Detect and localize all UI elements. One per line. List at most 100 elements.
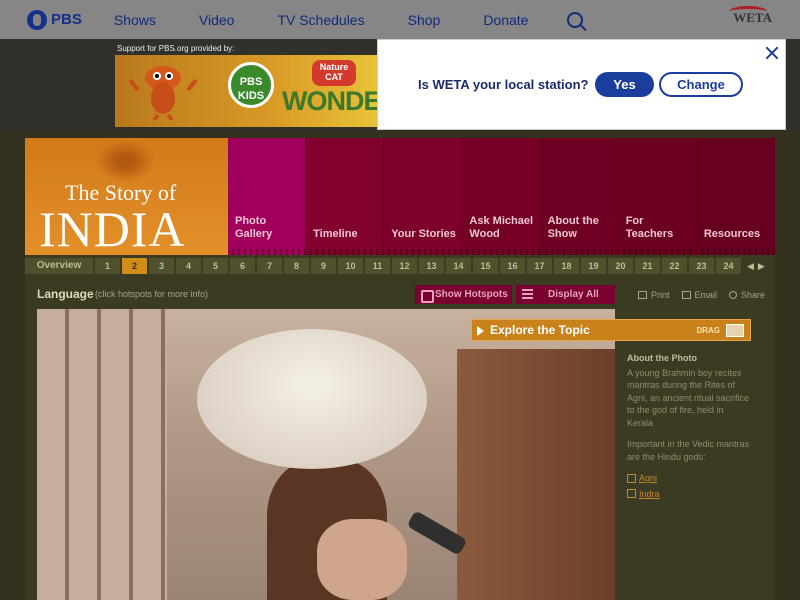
print-icon — [638, 291, 647, 299]
page-2-current[interactable]: 2 — [122, 258, 147, 274]
page-24[interactable]: 24 — [716, 258, 741, 274]
gallery-note: (click hotspots for more info) — [95, 289, 209, 299]
tab-label: About the Show — [547, 215, 599, 240]
tab-label: Photo Gallery — [235, 215, 273, 240]
page-20[interactable]: 20 — [608, 258, 633, 274]
page-1[interactable]: 1 — [95, 258, 120, 274]
gallery-title: Language — [37, 287, 94, 301]
hotspot-icon — [627, 489, 636, 499]
page-5[interactable]: 5 — [203, 258, 228, 274]
share-label: Share — [741, 290, 766, 300]
page-4[interactable]: 4 — [176, 258, 201, 274]
link-indra[interactable]: Indra — [627, 488, 752, 501]
about-heading: About the Photo — [627, 353, 697, 363]
nature-cat-logo: Nature CAT — [312, 60, 356, 86]
page-10[interactable]: 10 — [338, 258, 363, 274]
explore-topic-panel[interactable]: Explore the Topic DRAG — [471, 319, 751, 341]
nav-shows[interactable]: Shows — [114, 12, 156, 28]
nav-tv-schedules[interactable]: TV Schedules — [277, 12, 364, 28]
email-label: Email — [694, 290, 718, 300]
email-button[interactable]: Email — [681, 290, 718, 300]
link-agni[interactable]: Agni — [627, 472, 752, 485]
page-16[interactable]: 16 — [500, 258, 525, 274]
yes-button[interactable]: Yes — [595, 72, 654, 97]
page-19[interactable]: 19 — [581, 258, 606, 274]
top-navigation: PBS Shows Video TV Schedules Shop Donate… — [0, 0, 800, 39]
display-all-button[interactable]: Display All — [516, 285, 615, 304]
tab-label: For Teachers — [625, 215, 674, 240]
station-logo[interactable]: WETA — [729, 6, 772, 26]
page-23[interactable]: 23 — [689, 258, 714, 274]
link-label: Agni — [639, 473, 658, 483]
hotspot-icon — [627, 473, 636, 483]
change-button[interactable]: Change — [659, 72, 743, 97]
tab-resources[interactable]: Resources — [696, 138, 775, 255]
photo-turban — [197, 329, 427, 469]
tab-about-the-show[interactable]: About the Show — [540, 138, 619, 255]
link-label: Indra — [639, 488, 660, 499]
page-11[interactable]: 11 — [365, 258, 390, 274]
page-15[interactable]: 15 — [473, 258, 498, 274]
share-tools: Print Email Share — [638, 290, 777, 300]
overview-button[interactable]: Overview — [25, 258, 93, 274]
next-arrow-icon[interactable]: ▶ — [758, 261, 765, 272]
ad-wonder-text: WONDE — [282, 86, 381, 116]
page-18[interactable]: 18 — [554, 258, 579, 274]
page-8[interactable]: 8 — [284, 258, 309, 274]
photo-hand — [317, 519, 407, 600]
tab-label: Resources — [703, 228, 761, 240]
email-icon — [681, 291, 691, 299]
prev-arrow-icon[interactable]: ◀ — [747, 261, 754, 272]
photo-pager: Overview 1 2 3 4 5 6 7 8 9 10 11 12 13 1… — [25, 257, 775, 275]
tab-ask-michael-wood[interactable]: Ask Michael Wood — [462, 138, 541, 255]
pbs-head-icon — [27, 9, 47, 30]
tab-your-stories[interactable]: Your Stories — [384, 138, 463, 255]
tab-label: Timeline — [313, 228, 358, 240]
about-photo: About the Photo A young Brahmin boy reci… — [627, 352, 752, 503]
page-9[interactable]: 9 — [311, 258, 336, 274]
section-tabs: Photo Gallery Timeline Your Stories Ask … — [228, 138, 775, 255]
page-12[interactable]: 12 — [392, 258, 417, 274]
nav-video[interactable]: Video — [199, 12, 235, 28]
page-14[interactable]: 14 — [446, 258, 471, 274]
share-icon — [729, 291, 738, 299]
search-icon[interactable] — [567, 11, 584, 28]
page-3[interactable]: 3 — [149, 258, 174, 274]
tab-photo-gallery[interactable]: Photo Gallery — [228, 138, 307, 255]
nav-links: Shows Video TV Schedules Shop Donate — [114, 12, 572, 28]
close-icon[interactable] — [765, 46, 779, 60]
dancer-figure-icon — [95, 140, 155, 182]
nav-donate[interactable]: Donate — [483, 12, 528, 28]
popup-question: Is WETA your local station? — [418, 77, 589, 92]
page-7[interactable]: 7 — [257, 258, 282, 274]
local-station-popup: Is WETA your local station? Yes Change — [377, 39, 786, 130]
tab-label: Your Stories — [391, 228, 456, 240]
logo-line2: INDIA — [39, 201, 186, 255]
cartoon-character-icon — [128, 66, 198, 120]
about-vedic: Important in the Vedic mantras are the H… — [627, 439, 750, 462]
page-17[interactable]: 17 — [527, 258, 552, 274]
show-hotspots-button[interactable]: Show Hotspots — [415, 285, 512, 304]
tab-label: Ask Michael Wood — [469, 215, 534, 240]
photo-window-bars — [37, 309, 167, 600]
pbs-kids-badge: PBS KIDS — [228, 62, 274, 108]
expand-triangle-icon[interactable] — [477, 326, 484, 336]
print-label: Print — [651, 290, 670, 300]
page-13[interactable]: 13 — [419, 258, 444, 274]
nav-shop[interactable]: Shop — [408, 12, 441, 28]
page-21[interactable]: 21 — [635, 258, 660, 274]
drag-handle-icon[interactable] — [726, 324, 744, 337]
explore-label: Explore the Topic — [490, 323, 590, 337]
pbs-logo[interactable]: PBS — [27, 9, 82, 30]
print-button[interactable]: Print — [638, 290, 670, 300]
story-of-india-logo[interactable]: The Story of INDIA — [25, 138, 228, 255]
page-22[interactable]: 22 — [662, 258, 687, 274]
page-6[interactable]: 6 — [230, 258, 255, 274]
pbs-logo-text: PBS — [51, 11, 82, 28]
tab-timeline[interactable]: Timeline — [306, 138, 385, 255]
share-button[interactable]: Share — [729, 290, 765, 300]
about-description: A young Brahmin boy recites mantras duri… — [627, 367, 750, 428]
tab-for-teachers[interactable]: For Teachers — [618, 138, 697, 255]
photo-man — [457, 349, 615, 600]
gallery-photo[interactable] — [37, 309, 615, 600]
